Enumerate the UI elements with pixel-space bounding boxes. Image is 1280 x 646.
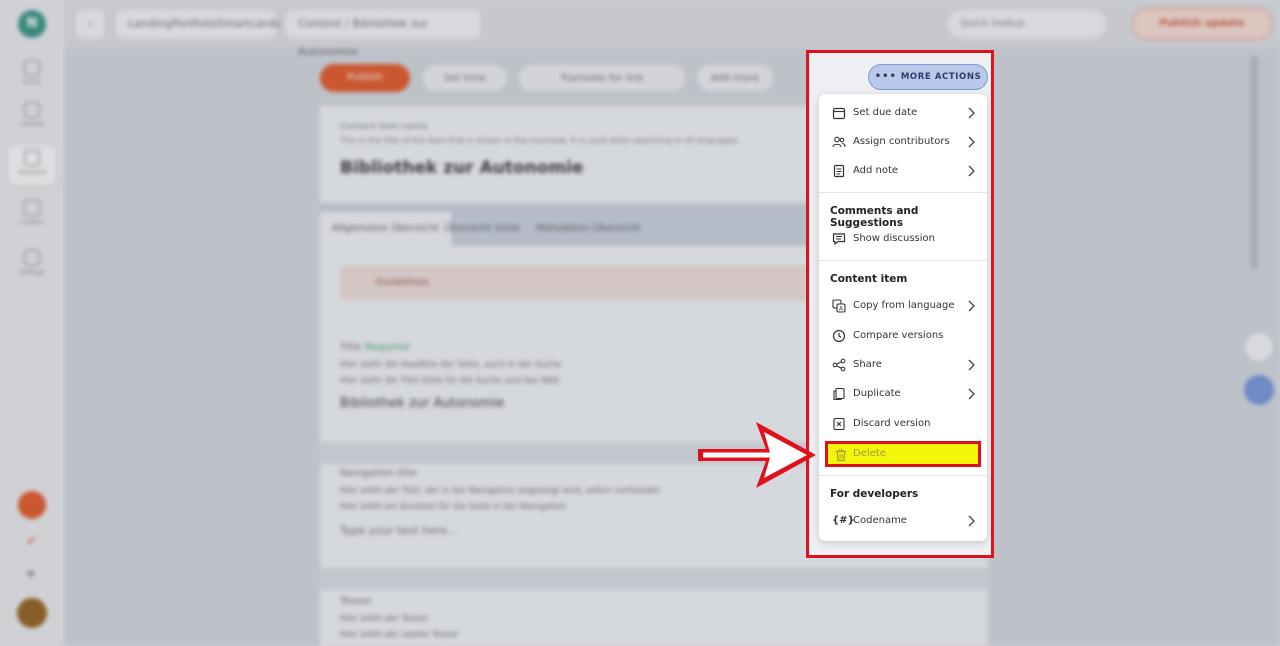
- modal-overlay: [0, 0, 1280, 646]
- highlight-frame: [806, 50, 994, 558]
- pointer-arrow-icon: [698, 422, 816, 488]
